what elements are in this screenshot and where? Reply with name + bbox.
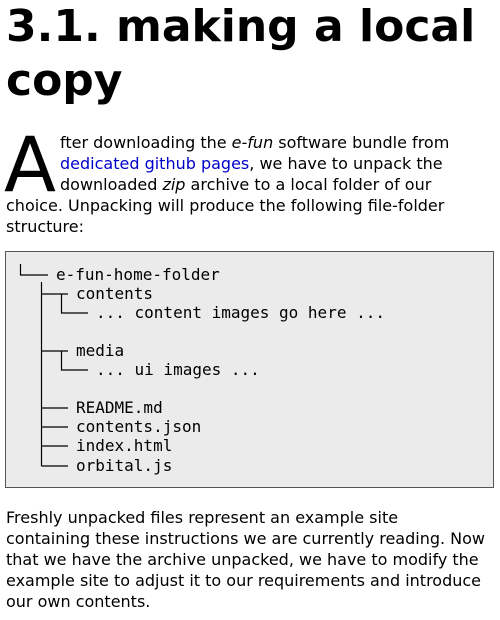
intro-emphasis-efun: e-fun [231,133,274,152]
tree-contents-note: ... content images go here ... [96,303,385,322]
tree-media-folder: media [76,341,125,360]
section-heading: 3.1. making a local copy [6,1,476,106]
tree-root-folder: e-fun-home-folder [56,265,220,284]
tree-file-index-html: index.html [76,436,173,455]
outro-paragraph: Freshly unpacked files represent an exam… [6,508,486,611]
github-pages-link[interactable]: dedicated github pages [60,154,249,173]
tree-file-orbital-js: orbital.js [76,456,173,475]
intro-text-2: software bundle from [273,133,450,152]
tree-file-contents-json: contents.json [76,417,202,436]
drop-cap: A [4,120,56,209]
tree-media-note: ... ui images ... [96,360,260,379]
root-connector [19,264,48,276]
file-tree-box: e-fun-home-folder contents ... content i… [5,251,494,488]
intro-paragraph: After downloading the e-fun software bun… [4,120,476,237]
intro-emphasis-zip: zip [162,175,186,194]
tree-contents-folder: contents [76,284,154,303]
tree-file-readme: README.md [76,398,163,417]
intro-text-1: fter downloading the [60,133,232,152]
